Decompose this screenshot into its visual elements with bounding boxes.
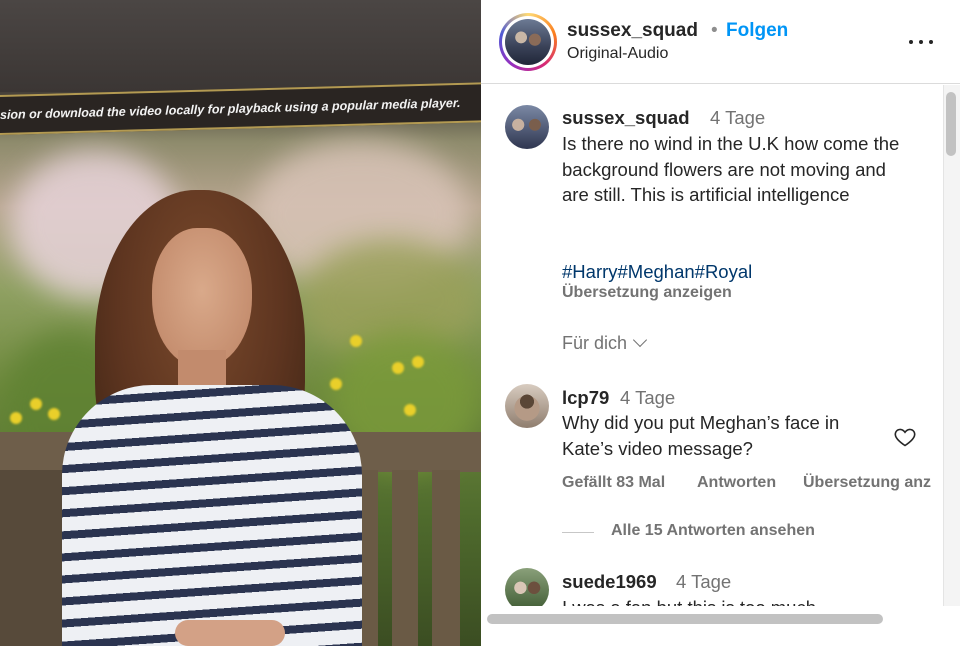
view-replies-button[interactable]: Alle 15 Antworten ansehen — [611, 522, 815, 540]
vertical-scrollbar-thumb[interactable] — [946, 92, 956, 156]
post-panel: sussex_squad • Folgen Original-Audio sus… — [481, 0, 960, 646]
comment-username[interactable]: lcp79 — [562, 387, 609, 409]
comment-time[interactable]: 4 Tage — [620, 387, 675, 409]
daffodil — [48, 408, 60, 420]
comment-text: I was a fan but this is too much — [562, 595, 922, 606]
for-you-label: Für dich — [562, 333, 628, 353]
person-hands — [175, 620, 285, 646]
video-top-bar — [0, 0, 481, 92]
daffodil — [412, 356, 424, 368]
post-header: sussex_squad • Folgen Original-Audio — [481, 0, 960, 84]
separator-dot: • — [711, 20, 718, 41]
horizontal-scrollbar-thumb[interactable] — [487, 614, 883, 624]
for-you-dropdown[interactable]: Für dich — [562, 332, 648, 354]
bench-slat — [432, 470, 460, 646]
avatar-image — [505, 19, 551, 65]
commenter-avatar[interactable] — [505, 568, 549, 606]
daffodil — [350, 335, 362, 347]
replies-divider — [562, 532, 594, 533]
chevron-down-icon — [632, 332, 648, 348]
bench-slat — [0, 470, 68, 646]
bench-slat — [392, 470, 418, 646]
comment-text: Is there no wind in the U.K how come the… — [562, 133, 900, 205]
striped-sweater — [62, 385, 362, 646]
commenter-avatar[interactable] — [505, 105, 549, 149]
daffodil — [10, 412, 22, 424]
vertical-scrollbar[interactable] — [943, 85, 960, 606]
likes-count[interactable]: Gefällt 83 Mal — [562, 474, 665, 492]
hashtags[interactable]: #Harry#Meghan#Royal — [562, 259, 922, 285]
comment-time[interactable]: 4 Tage — [710, 107, 765, 129]
translate-link[interactable]: Übersetzung anzeigen — [562, 284, 732, 302]
daffodil — [330, 378, 342, 390]
post-username[interactable]: sussex_squad — [567, 20, 698, 42]
comments-list[interactable]: sussex_squad 4 Tage Is there no wind in … — [481, 85, 943, 606]
daffodil — [404, 404, 416, 416]
profile-avatar[interactable] — [499, 13, 557, 71]
comment-username[interactable]: suede1969 — [562, 571, 657, 593]
translate-link[interactable]: Übersetzung anz — [803, 474, 931, 492]
daffodil — [30, 398, 42, 410]
person-face — [152, 228, 252, 368]
commenter-avatar[interactable] — [505, 384, 549, 428]
more-options-icon[interactable] — [906, 28, 936, 54]
horizontal-scrollbar[interactable] — [481, 606, 960, 646]
like-heart-icon[interactable] — [893, 425, 917, 449]
comment-text: Why did you put Meghan’s face in Kate’s … — [562, 412, 840, 459]
daffodil — [392, 362, 404, 374]
comment-username[interactable]: sussex_squad — [562, 107, 690, 129]
comment-time[interactable]: 4 Tage — [676, 571, 731, 593]
reply-button[interactable]: Antworten — [697, 474, 776, 492]
audio-label[interactable]: Original-Audio — [567, 45, 668, 63]
follow-button[interactable]: Folgen — [726, 20, 788, 42]
video-player[interactable]: sion or download the video locally for p… — [0, 0, 481, 646]
